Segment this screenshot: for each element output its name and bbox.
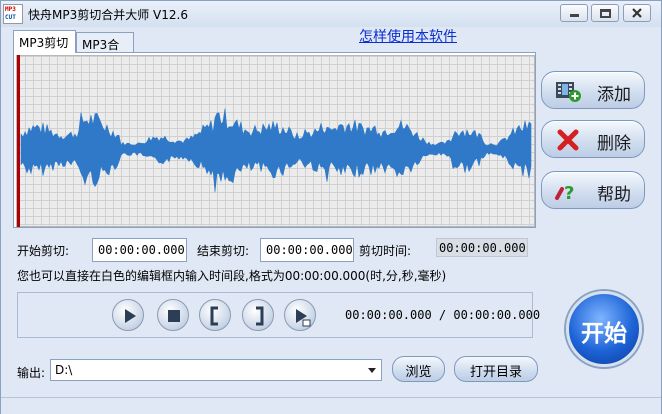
mark-end-button[interactable] — [242, 299, 274, 331]
mark-start-icon — [210, 306, 218, 326]
cut-duration-label: 剪切时间: — [359, 244, 412, 258]
delete-button-label: 删除 — [597, 134, 631, 154]
close-button[interactable] — [623, 4, 651, 22]
playback-position: 00:00:00.000 / 00:00:00.000 — [345, 308, 541, 322]
end-cut-input[interactable]: 00:00:00.000 — [260, 238, 354, 262]
add-button[interactable]: 添加 — [541, 71, 645, 109]
app-logo-line1: MP3 — [5, 6, 16, 13]
play-selection-button[interactable] — [284, 299, 316, 331]
start-cut-label: 开始剪切: — [17, 244, 70, 258]
waveform-display[interactable] — [16, 55, 535, 227]
help-button-label: 帮助 — [597, 185, 631, 205]
start-button[interactable]: 开始 — [566, 291, 642, 367]
output-label: 输出: — [17, 366, 46, 380]
mark-end-icon — [256, 306, 264, 326]
cut-duration-value: 00:00:00.000 — [436, 238, 528, 257]
help-link[interactable]: 怎样使用本软件 — [359, 26, 457, 46]
minimize-button[interactable] — [560, 4, 588, 22]
mark-start-button[interactable] — [199, 299, 231, 331]
help-button[interactable]: ? 帮助 — [541, 171, 645, 209]
status-bar — [1, 397, 661, 414]
tab-mp3-merge[interactable]: MP3合并 — [76, 32, 134, 69]
tab-mp3-cut[interactable]: MP3剪切 — [13, 30, 76, 53]
browse-button[interactable]: 浏览 — [392, 356, 445, 382]
format-hint: 您也可以直接在白色的编辑框内输入时间段,格式为00:00:00.000(时,分,… — [17, 269, 447, 283]
open-directory-button[interactable]: 打开目录 — [454, 356, 538, 382]
play-selection-icon — [296, 309, 311, 327]
window-title: 快舟MP3剪切合并大师 V12.6 — [28, 8, 188, 22]
start-cut-input[interactable]: 00:00:00.000 — [92, 238, 187, 262]
end-cut-label: 结束剪切: — [197, 244, 250, 258]
main-window: MP3 CUT 快舟MP3剪切合并大师 V12.6 MP3剪切 MP3合并 怎样… — [0, 0, 662, 414]
app-logo-icon: MP3 CUT — [3, 4, 23, 24]
maximize-button[interactable] — [591, 4, 619, 22]
delete-x-icon — [557, 129, 579, 151]
stop-button[interactable] — [157, 299, 189, 331]
help-question-icon: ? — [555, 183, 574, 203]
film-add-icon — [556, 82, 581, 102]
stop-icon — [168, 310, 180, 322]
chevron-down-icon[interactable] — [368, 368, 376, 373]
start-button-label: 开始 — [581, 321, 627, 347]
add-button-label: 添加 — [597, 85, 631, 105]
svg-text:?: ? — [564, 183, 574, 203]
maximize-icon — [600, 9, 611, 18]
play-icon — [125, 309, 136, 323]
play-button[interactable] — [112, 299, 144, 331]
delete-button[interactable]: 删除 — [541, 120, 645, 158]
close-icon — [632, 8, 642, 18]
app-logo-line2: CUT — [5, 14, 16, 21]
waveform-icon — [20, 108, 532, 193]
title-bar[interactable]: MP3 CUT 快舟MP3剪切合并大师 V12.6 — [1, 1, 661, 27]
output-path-value: D:\ — [55, 363, 73, 377]
playhead-cursor[interactable] — [17, 55, 20, 227]
output-path-select[interactable]: D:\ — [50, 359, 382, 381]
minimize-icon — [570, 14, 579, 17]
